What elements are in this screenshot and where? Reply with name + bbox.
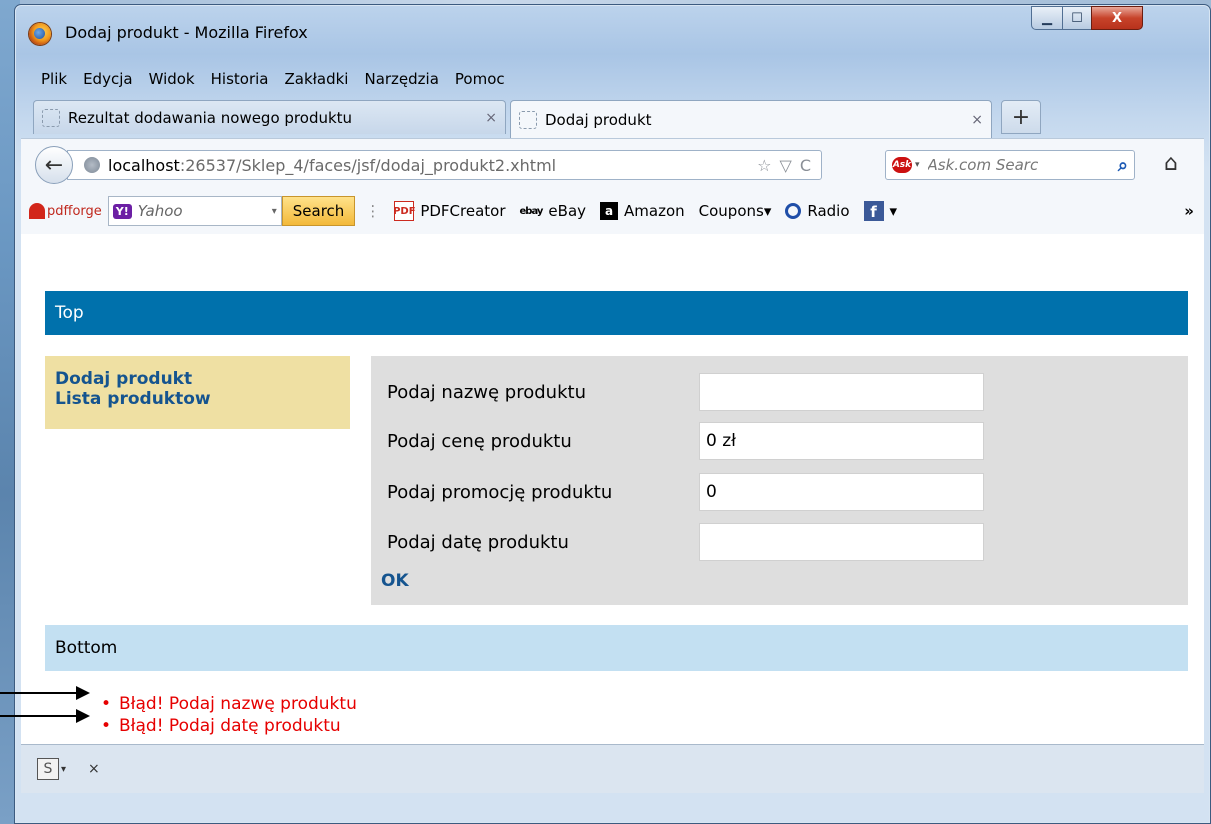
bookmark-pdfcreator[interactable]: PDF PDFCreator xyxy=(393,201,506,221)
new-tab-button[interactable]: + xyxy=(1001,100,1041,134)
date-field[interactable] xyxy=(699,523,984,561)
promotion-label: Podaj promocję produktu xyxy=(387,481,613,503)
menu-plik[interactable]: Plik xyxy=(33,67,75,91)
promotion-field[interactable] xyxy=(699,473,984,511)
close-icon[interactable]: × xyxy=(88,761,100,777)
url-bar[interactable]: localhost :26537/Sklep_4/faces/jsf/dodaj… xyxy=(67,150,822,180)
pdf-icon: PDF xyxy=(393,201,416,221)
bookmark-star-icon[interactable]: ☆ xyxy=(757,156,771,175)
firefox-logo-icon xyxy=(29,23,51,45)
annotation-arrow xyxy=(0,686,90,700)
title-bar[interactable]: Dodaj produkt - Mozilla Firefox ▁ ☐ X xyxy=(15,5,1210,61)
globe-icon xyxy=(84,157,100,173)
form-row-price: Podaj cenę produktu xyxy=(387,421,984,461)
form-row-date: Podaj datę produktu xyxy=(387,522,984,562)
nav-link-dodaj-produkt[interactable]: Dodaj produkt xyxy=(55,369,340,389)
addon-bar: S ▾ × xyxy=(21,744,1204,793)
tab-dodaj-produkt[interactable]: Dodaj produkt × xyxy=(510,100,992,138)
browser-window: Dodaj produkt - Mozilla Firefox ▁ ☐ X Pl… xyxy=(14,4,1211,824)
name-label: Podaj nazwę produktu xyxy=(387,381,586,403)
pdfforge-icon xyxy=(29,203,45,219)
page-content: Top Dodaj produkt Lista produktow Podaj … xyxy=(21,234,1204,744)
search-input[interactable]: Ask.com Searc xyxy=(928,156,1118,174)
menu-narzedzia[interactable]: Narzędzia xyxy=(356,67,446,91)
search-icon[interactable]: ⌕ xyxy=(1118,155,1128,176)
yahoo-placeholder: Yahoo xyxy=(137,202,183,220)
form-row-name: Podaj nazwę produktu xyxy=(387,372,984,412)
bookmark-coupons[interactable]: Coupons▾ xyxy=(699,202,772,220)
bookmark-ebay[interactable]: ebay eBay xyxy=(520,202,587,220)
bookmarks-toolbar: pdfforge Y! Yahoo ▾ Search ⋮ PDF PDFCrea… xyxy=(21,188,1204,235)
url-host: localhost xyxy=(108,155,180,175)
window-title: Dodaj produkt - Mozilla Firefox xyxy=(65,23,308,42)
menu-zakladki[interactable]: Zakładki xyxy=(276,67,356,91)
error-message: Błąd! Podaj datę produktu xyxy=(101,715,357,737)
yahoo-icon: Y! xyxy=(112,203,132,219)
radio-icon xyxy=(785,203,802,219)
bookmark-label: Radio xyxy=(807,202,850,220)
date-label: Podaj datę produktu xyxy=(387,531,569,553)
tab-close-icon[interactable]: × xyxy=(485,110,497,126)
bookmark-label: PDFCreator xyxy=(420,202,506,220)
price-field[interactable] xyxy=(699,422,984,460)
bookmark-label: Amazon xyxy=(624,202,685,220)
top-section: Top xyxy=(45,291,1188,335)
menu-historia[interactable]: Historia xyxy=(203,67,277,91)
ok-button[interactable]: OK xyxy=(381,571,409,591)
pdfforge-logo[interactable]: pdfforge xyxy=(29,203,102,219)
yahoo-search-button[interactable]: Search xyxy=(281,196,356,226)
tab-title: Dodaj produkt xyxy=(545,110,652,129)
navigation-bar: localhost :26537/Sklep_4/faces/jsf/dodaj… xyxy=(21,138,1204,189)
error-message: Błąd! Podaj nazwę produktu xyxy=(101,693,357,715)
menu-edycja[interactable]: Edycja xyxy=(75,67,140,91)
url-actions: ☆ ▽ C xyxy=(757,156,821,175)
bookmark-label: eBay xyxy=(548,202,587,220)
close-window-button[interactable]: X xyxy=(1091,6,1143,30)
left-nav: Dodaj produkt Lista produktow xyxy=(45,356,350,429)
amazon-icon: a xyxy=(600,202,619,220)
search-engine-dropdown-icon[interactable]: ▾ xyxy=(915,160,920,170)
home-icon[interactable]: ⌂ xyxy=(1164,151,1178,176)
menu-bar: Plik Edycja Widok Historia Zakładki Narz… xyxy=(33,67,513,91)
nav-link-lista-produktow[interactable]: Lista produktow xyxy=(55,389,340,409)
error-list: Błąd! Podaj nazwę produktu Błąd! Podaj d… xyxy=(101,693,357,737)
maximize-button[interactable]: ☐ xyxy=(1062,6,1092,30)
bookmark-facebook[interactable]: f ▾ xyxy=(863,201,898,221)
back-button[interactable]: ← xyxy=(35,146,73,184)
history-dropdown-icon[interactable]: ▽ xyxy=(780,156,792,175)
form-row-promotion: Podaj promocję produktu xyxy=(387,472,984,512)
url-path: :26537/Sklep_4/faces/jsf/dodaj_produkt2.… xyxy=(179,155,557,175)
menu-pomoc[interactable]: Pomoc xyxy=(447,67,513,91)
bookmark-amazon[interactable]: a Amazon xyxy=(600,202,685,220)
ebay-icon: ebay xyxy=(519,205,544,217)
bookmark-radio[interactable]: Radio xyxy=(785,202,850,220)
menu-widok[interactable]: Widok xyxy=(141,67,203,91)
page-icon xyxy=(519,110,537,129)
name-field[interactable] xyxy=(699,373,984,411)
reload-icon[interactable]: C xyxy=(800,156,811,175)
tab-rezultat[interactable]: Rezultat dodawania nowego produktu × xyxy=(33,100,506,134)
toolbar-separator: ⋮ xyxy=(365,202,381,220)
bookmark-label: Coupons▾ xyxy=(698,202,772,220)
minimize-button[interactable]: ▁ xyxy=(1031,6,1063,30)
ask-logo-icon[interactable]: Ask xyxy=(892,157,912,173)
facebook-dropdown-icon: ▾ xyxy=(889,202,898,220)
yahoo-search-input[interactable]: Y! Yahoo ▾ xyxy=(107,196,282,226)
bottom-section: Bottom xyxy=(45,625,1188,671)
addon-dropdown-icon[interactable]: ▾ xyxy=(61,764,66,775)
annotation-arrow xyxy=(0,709,90,723)
tab-strip: Rezultat dodawania nowego produktu × Dod… xyxy=(33,100,1205,138)
product-form: Podaj nazwę produktu Podaj cenę produktu… xyxy=(371,356,1188,605)
facebook-icon: f xyxy=(863,201,884,221)
page-icon xyxy=(42,108,60,127)
pdfforge-label: pdfforge xyxy=(47,203,102,219)
tab-title: Rezultat dodawania nowego produktu xyxy=(68,108,353,127)
yahoo-dropdown-icon[interactable]: ▾ xyxy=(272,206,277,217)
s-addon-icon[interactable]: S xyxy=(37,758,59,780)
search-bar[interactable]: Ask ▾ Ask.com Searc ⌕ xyxy=(885,150,1135,180)
tab-close-icon[interactable]: × xyxy=(971,112,983,128)
price-label: Podaj cenę produktu xyxy=(387,430,572,452)
overflow-chevron-icon[interactable]: » xyxy=(1184,202,1194,220)
